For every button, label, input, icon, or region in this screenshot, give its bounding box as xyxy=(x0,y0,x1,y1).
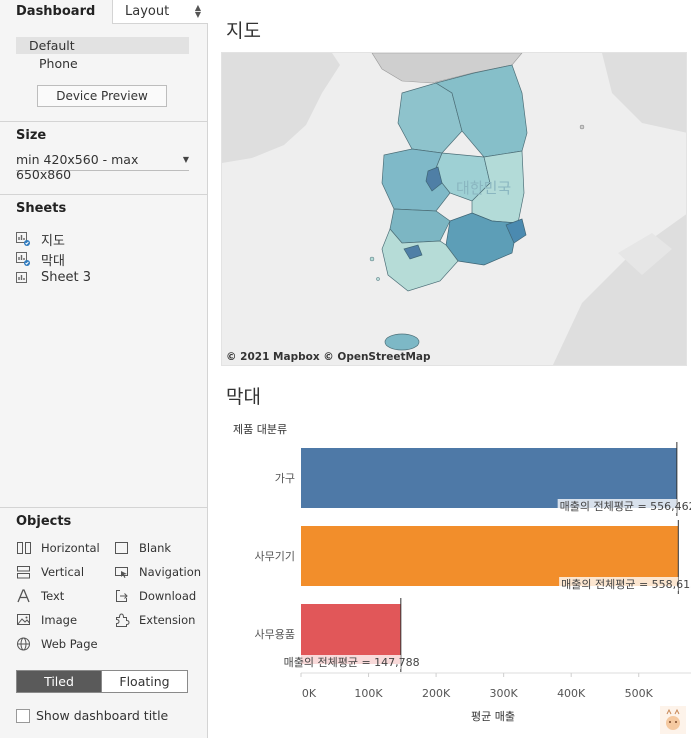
objects-section-title: Objects xyxy=(16,514,72,529)
tab-layout-label: Layout xyxy=(125,4,170,19)
land-west xyxy=(222,53,340,163)
chevron-down-icon: ▼ xyxy=(182,155,189,164)
sidebar-tabs: Dashboard Layout ▲ ▼ xyxy=(0,0,208,24)
blank-icon xyxy=(115,542,128,554)
image-icon xyxy=(17,614,30,625)
category-label: 사무용품 xyxy=(255,628,295,641)
floating-toggle[interactable]: Floating xyxy=(101,670,188,693)
divider xyxy=(0,121,207,122)
x-tick-label: 500K xyxy=(625,687,654,700)
sheet-label: Sheet 3 xyxy=(41,270,91,285)
divider xyxy=(0,507,207,508)
object-label: Download xyxy=(139,589,197,603)
horizontal-icon xyxy=(17,542,31,554)
object-label: Image xyxy=(41,613,78,627)
size-dropdown-value: min 420x560 - max 650x860 xyxy=(16,152,139,182)
map-country-label: 대한민국 xyxy=(456,179,511,197)
download-icon xyxy=(116,590,128,602)
device-preview-button[interactable]: Device Preview xyxy=(37,85,167,107)
land-japan xyxy=(552,214,686,365)
dashboard-sidebar: Dashboard Layout ▲ ▼ Default Phone Device… xyxy=(0,0,208,738)
island xyxy=(376,277,380,281)
bar-sheet-title: 막대 xyxy=(226,386,261,408)
map-view[interactable]: 대한민국 © 2021 Mapbox © OpenStreetMap xyxy=(221,52,687,366)
chart-ylabel: 제품 대분류 xyxy=(233,423,287,436)
x-tick-label: 300K xyxy=(490,687,519,700)
text-icon xyxy=(17,589,30,603)
web-page-icon xyxy=(17,637,30,651)
x-tick-label: 400K xyxy=(557,687,586,700)
object-label: Navigation xyxy=(139,565,202,579)
object-label: Blank xyxy=(139,541,172,555)
land-northeast xyxy=(602,53,686,133)
device-phone[interactable]: Phone xyxy=(26,55,199,72)
sheet-in-use-icon xyxy=(16,252,30,266)
sheet-label: 지도 xyxy=(41,234,65,249)
size-dropdown[interactable]: min 420x560 - max 650x860 ▼ xyxy=(16,151,189,182)
object-label: Text xyxy=(41,589,65,603)
bar-chart: 제품 대분류 가구매출의 전체평균 = 556,462 사무기기매출의 전체평균 … xyxy=(221,418,691,738)
map-attribution[interactable]: © 2021 Mapbox © OpenStreetMap xyxy=(226,351,431,363)
tab-layout[interactable]: Layout ▲ ▼ xyxy=(112,0,208,24)
map-sheet-title: 지도 xyxy=(226,20,261,42)
island xyxy=(579,124,585,130)
device-default[interactable]: Default xyxy=(16,37,189,54)
object-label: Extension xyxy=(139,613,196,627)
show-title-label: Show dashboard title xyxy=(36,708,169,723)
size-section-title: Size xyxy=(16,128,47,143)
category-label: 사무기기 xyxy=(255,550,295,563)
reference-annotation: 매출의 전체평균 = 558,615 xyxy=(561,578,691,591)
category-label: 가구 xyxy=(275,472,295,485)
chart-xlabel: 평균 매출 xyxy=(471,710,515,723)
navigation-icon xyxy=(115,567,128,578)
sheet-icon xyxy=(16,272,27,283)
bar-chart-svg: 제품 대분류 가구매출의 전체평균 = 556,462 사무기기매출의 전체평균 … xyxy=(233,423,691,723)
object-label: Horizontal xyxy=(41,541,100,555)
x-tick-label: 100K xyxy=(354,687,383,700)
x-tick-label: 200K xyxy=(422,687,451,700)
korea-map: 대한민국 xyxy=(222,53,686,365)
region-jeju xyxy=(384,333,420,351)
tab-dashboard[interactable]: Dashboard xyxy=(0,0,112,24)
region-jeonbuk xyxy=(389,208,451,244)
show-title-checkbox[interactable] xyxy=(16,709,30,723)
extension-icon xyxy=(116,613,130,627)
island xyxy=(369,256,375,262)
tiled-toggle[interactable]: Tiled xyxy=(16,670,102,693)
spinner-arrows-icon: ▲ ▼ xyxy=(194,3,201,19)
reference-annotation: 매출의 전체평균 = 556,462 xyxy=(560,500,691,513)
reference-annotation: 매출의 전체평균 = 147,788 xyxy=(284,656,420,669)
sheet-in-use-icon xyxy=(16,232,30,246)
sheet-label: 막대 xyxy=(41,254,65,269)
object-label: Vertical xyxy=(41,565,85,579)
vertical-icon xyxy=(17,566,30,579)
object-label: Web Page xyxy=(41,637,98,651)
divider xyxy=(0,194,207,195)
sheets-section-title: Sheets xyxy=(16,201,67,216)
watermark-logo-icon xyxy=(660,706,686,734)
x-tick-label: 0K xyxy=(302,687,317,700)
